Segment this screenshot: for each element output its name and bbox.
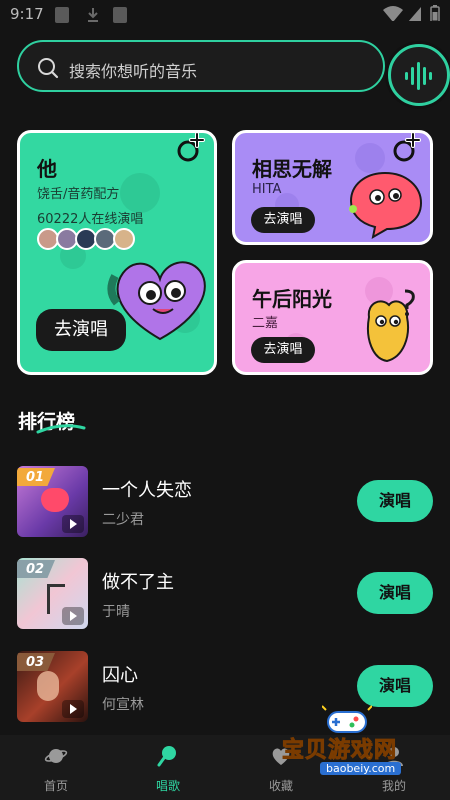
microphone-icon xyxy=(157,746,176,767)
sing-button[interactable]: 演唱 xyxy=(357,480,433,522)
card-artist: HITA xyxy=(252,182,282,197)
song-title: 囚心 xyxy=(102,665,138,686)
battery-icon xyxy=(430,5,440,21)
nav-home[interactable]: 首页 xyxy=(0,735,112,800)
sound-wave-icon xyxy=(405,62,432,90)
search-icon xyxy=(38,58,59,79)
rank-number: 03 xyxy=(26,655,45,670)
card-artist: 二嘉 xyxy=(252,316,279,331)
sparkle-icon xyxy=(393,133,421,162)
album-cover[interactable]: 02 xyxy=(17,558,88,629)
song-artist: 何宣林 xyxy=(102,697,144,713)
voice-search-button[interactable] xyxy=(388,44,450,106)
search-placeholder: 搜索你想听的音乐 xyxy=(69,62,198,81)
watermark-title: 宝贝游戏网 xyxy=(281,738,398,764)
play-icon xyxy=(62,607,84,625)
song-artist: 于晴 xyxy=(102,604,130,620)
rank-number: 02 xyxy=(26,562,45,577)
play-icon xyxy=(62,515,84,533)
card-title: 午后阳光 xyxy=(252,287,332,311)
song-title: 做不了主 xyxy=(102,572,174,593)
sing-button[interactable]: 演唱 xyxy=(357,572,433,614)
status-time: 9:17 xyxy=(10,5,44,23)
app-notification-icon xyxy=(113,7,127,23)
wifi-icon xyxy=(383,6,403,21)
avatar xyxy=(113,228,135,250)
play-icon xyxy=(62,700,84,718)
nav-label: 唱歌 xyxy=(155,779,180,793)
notification-icon xyxy=(55,7,69,23)
sparkle-icon xyxy=(177,133,205,162)
question-mascot-illustration xyxy=(367,289,415,363)
bubble-mascot-illustration xyxy=(349,171,423,239)
sing-now-button[interactable]: 去演唱 xyxy=(251,337,315,363)
watermark: 宝贝游戏网 baobeiy.com xyxy=(262,704,432,784)
ranking-item[interactable]: 02 做不了主 于晴 演唱 xyxy=(0,558,450,630)
download-icon xyxy=(88,8,98,22)
sing-button[interactable]: 演唱 xyxy=(357,665,433,707)
planet-icon xyxy=(44,749,68,763)
card-subtitle: 饶舌/音药配方 xyxy=(37,187,120,202)
search-bar[interactable]: 搜索你想听的音乐 xyxy=(17,40,385,92)
online-count: 60222人在线演唱 xyxy=(37,212,144,227)
ranking-underline-decoration xyxy=(36,424,86,434)
card-title: 相思无解 xyxy=(252,157,332,181)
featured-card-2[interactable]: 午后阳光 二嘉 去演唱 xyxy=(232,260,433,375)
album-cover[interactable]: 03 xyxy=(17,651,88,722)
card-title: 他 xyxy=(37,157,57,181)
signal-icon xyxy=(408,7,421,21)
song-artist: 二少君 xyxy=(102,512,144,528)
nav-sing[interactable]: 唱歌 xyxy=(112,735,224,800)
avatar-group xyxy=(37,228,137,252)
song-title: 一个人失恋 xyxy=(102,480,192,501)
featured-card-1[interactable]: 相思无解 HITA 去演唱 xyxy=(232,130,433,245)
sing-now-button[interactable]: 去演唱 xyxy=(36,309,126,351)
status-bar: 9:17 xyxy=(0,0,450,30)
featured-card-main[interactable]: 他 饶舌/音药配方 60222人在线演唱 去演唱 xyxy=(17,130,217,375)
rank-number: 01 xyxy=(26,470,45,485)
sing-now-button[interactable]: 去演唱 xyxy=(251,207,315,233)
nav-label: 首页 xyxy=(43,779,68,793)
ranking-item[interactable]: 01 一个人失恋 二少君 演唱 xyxy=(0,466,450,538)
album-cover[interactable]: 01 xyxy=(17,466,88,537)
watermark-url: baobeiy.com xyxy=(320,762,402,775)
